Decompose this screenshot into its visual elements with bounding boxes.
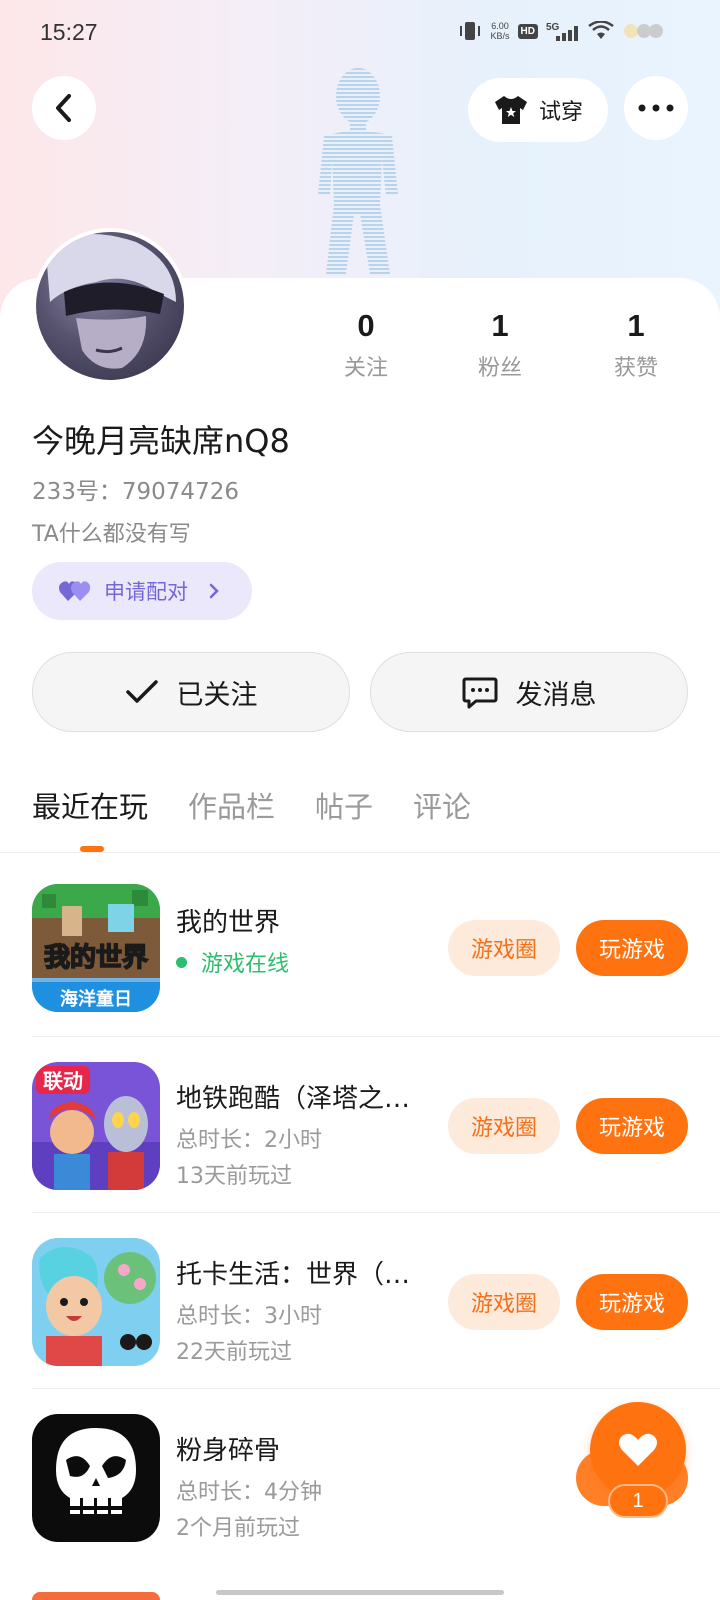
stat-following-label: 关注 [343, 356, 388, 381]
game-duration: 总时长：4分钟 [176, 1480, 322, 1505]
play-game-button[interactable]: 玩游戏 [576, 920, 688, 976]
stat-fans-label: 粉丝 [477, 356, 522, 381]
stat-likes-value: 1 [627, 308, 645, 343]
online-dot-icon [176, 956, 187, 968]
game-name: 托卡生活：世界（… [176, 1260, 411, 1290]
online-label: 游戏在线 [201, 952, 290, 977]
followed-button[interactable]: 已关注 [32, 652, 350, 732]
back-button[interactable] [32, 76, 96, 140]
svg-text:5G: 5G [546, 22, 560, 33]
chat-bubble-icon [462, 677, 497, 709]
status-time: 15:27 [40, 18, 98, 45]
apply-pair-label: 申请配对 [104, 580, 188, 604]
more-button[interactable] [624, 76, 688, 140]
tab-posts[interactable]: 帖子 [315, 784, 373, 826]
like-count-badge: 1 [608, 1484, 668, 1518]
tab-comments[interactable]: 评论 [413, 784, 471, 826]
row-divider [32, 1388, 720, 1389]
play-game-button[interactable]: 玩游戏 [576, 1274, 688, 1330]
game-duration: 总时长：3小时 [176, 1304, 322, 1329]
net-speed-value: 6.00 [491, 21, 509, 31]
tabs-divider [0, 852, 720, 853]
game-row-toca[interactable]: 托卡生活：世界（… 总时长：3小时 22天前玩过 游戏圈 玩游戏 [0, 1224, 720, 1400]
avatar[interactable] [32, 228, 188, 384]
followed-label: 已关注 [176, 679, 258, 711]
status-bar: 15:27 6.00 KB/s HD 5G [0, 0, 720, 64]
send-message-label: 发消息 [515, 679, 597, 711]
game-circle-button[interactable]: 游戏圈 [448, 1098, 560, 1154]
stat-likes[interactable]: 1 获赞 [586, 308, 686, 382]
apply-pair-button[interactable]: 申请配对 [32, 562, 252, 620]
game-row-minecraft[interactable]: 我的世界 海洋童日 我的世界 游戏在线 游戏圈 玩游戏 [0, 872, 720, 1048]
minecraft-icon-subtitle: 海洋童日 [60, 988, 132, 1010]
game-name: 我的世界 [176, 908, 281, 938]
game-icon-minecraft: 我的世界 海洋童日 [32, 884, 160, 1012]
row-divider [32, 1212, 720, 1213]
game-icon-skull [32, 1414, 160, 1542]
next-game-icon-peek [32, 1592, 160, 1600]
game-duration: 总时长：2小时 [176, 1128, 322, 1153]
game-circle-button[interactable]: 游戏圈 [448, 1274, 560, 1330]
net-speed: 6.00 KB/s [491, 21, 510, 41]
game-last-played: 2个月前玩过 [176, 1516, 300, 1541]
hd-badge: HD [517, 23, 538, 39]
check-icon [125, 680, 158, 703]
avatar-3d-figure [318, 68, 398, 274]
game-name: 地铁跑酷（泽塔之… [176, 1084, 411, 1114]
home-indicator[interactable] [216, 1590, 504, 1595]
chevron-right-icon [209, 583, 219, 599]
profile-tabs: 最近在玩 作品栏 帖子 评论 [32, 784, 471, 826]
game-icon-subway: 联动 [32, 1062, 160, 1190]
heart-icon [619, 1433, 657, 1466]
signal-5g-icon: 5G [546, 22, 578, 41]
chevron-left-icon [56, 94, 71, 122]
stat-likes-label: 获赞 [613, 356, 658, 381]
stat-following[interactable]: 0 关注 [316, 308, 416, 382]
tab-recently-played[interactable]: 最近在玩 [32, 784, 148, 826]
vibrate-icon [459, 22, 480, 40]
stat-fans-value: 1 [491, 308, 509, 343]
net-speed-unit: KB/s [490, 31, 510, 41]
send-message-button[interactable]: 发消息 [370, 652, 688, 732]
user-id: 233号：79074726 [32, 479, 239, 505]
more-dots-icon [638, 104, 674, 112]
game-row-subway[interactable]: 联动 地铁跑酷（泽塔之… 总时长：2小时 13天前玩过 游戏圈 玩游戏 [0, 1048, 720, 1224]
game-online-status: 游戏在线 [176, 946, 289, 978]
row-divider [32, 1036, 720, 1037]
game-icon-toca [32, 1238, 160, 1366]
double-heart-icon [59, 581, 91, 601]
user-bio: TA什么都没有写 [32, 522, 191, 547]
battery-icon [624, 24, 663, 38]
subway-icon-badge: 联动 [43, 1069, 83, 1093]
avatar-illustration [46, 234, 176, 369]
status-icons: 6.00 KB/s HD 5G [457, 20, 666, 42]
try-on-label: 试穿 [538, 100, 583, 125]
tab-works[interactable]: 作品栏 [188, 784, 275, 826]
username: 今晚月亮缺席nQ8 [32, 422, 290, 460]
game-last-played: 22天前玩过 [176, 1340, 292, 1365]
wifi-icon [588, 21, 614, 39]
stat-following-value: 0 [357, 308, 375, 343]
game-last-played: 13天前玩过 [176, 1164, 292, 1189]
try-on-button[interactable]: 试穿 [468, 78, 608, 142]
play-game-button[interactable]: 玩游戏 [576, 1098, 688, 1154]
minecraft-icon-title: 我的世界 [44, 942, 148, 973]
game-name: 粉身碎骨 [176, 1436, 281, 1466]
stat-fans[interactable]: 1 粉丝 [450, 308, 550, 382]
game-circle-button[interactable]: 游戏圈 [448, 920, 560, 976]
tshirt-icon [494, 96, 527, 124]
